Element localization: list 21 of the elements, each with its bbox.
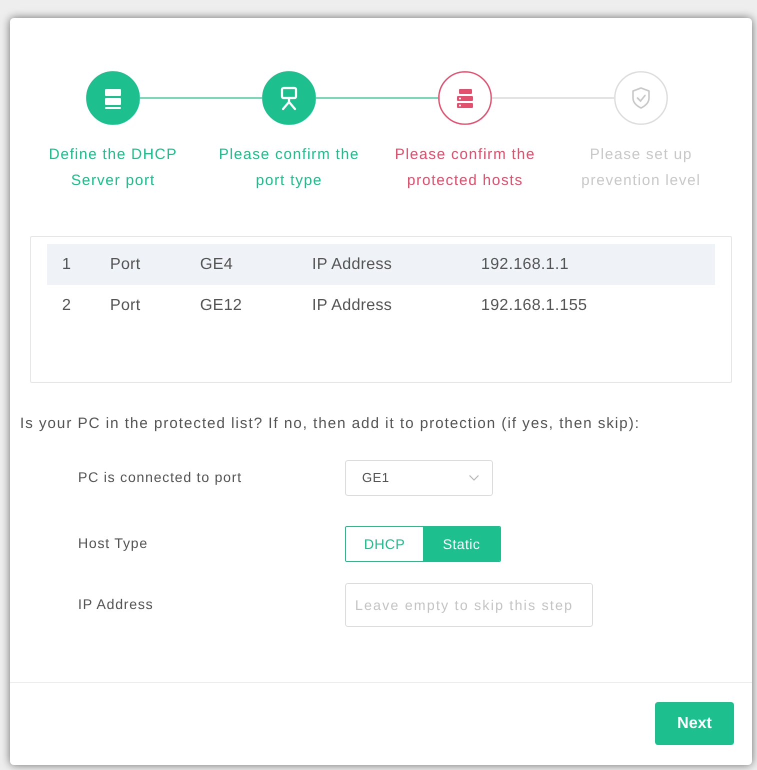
table-cell: Port [110,296,141,314]
table-cell: GE4 [200,256,233,272]
chevron-down-icon [469,475,479,481]
field-label: IP Address [78,596,154,612]
table-cell: GE12 [200,296,242,314]
ip-address-field[interactable]: Leave empty to skip this step [345,583,593,627]
table-cell: 1 [62,256,72,272]
table-cell: 192.168.1.1 [481,256,569,272]
step-label: Please confirm the protected hosts [394,145,536,191]
field-label: Host Type [78,535,148,551]
step-label: Please confirm the port type [218,145,360,191]
table-cell: 192.168.1.155 [481,296,588,314]
table-cell: Port [110,256,141,272]
port-dropdown[interactable]: GE1 [345,460,493,496]
question-text: Is your PC in the protected list? If no, then add it to protection (if yes, then skip): [20,414,640,434]
table-cell: IP Address [312,256,392,272]
table-cell: 2 [62,296,72,314]
table-cell: IP Address [312,296,392,314]
field-label: PC is connected to port [78,469,242,485]
table-row[interactable]: 1 Port GE4 IP Address 192.168.1.1 [47,244,715,285]
step-label: Define the DHCP Server port [48,145,178,191]
